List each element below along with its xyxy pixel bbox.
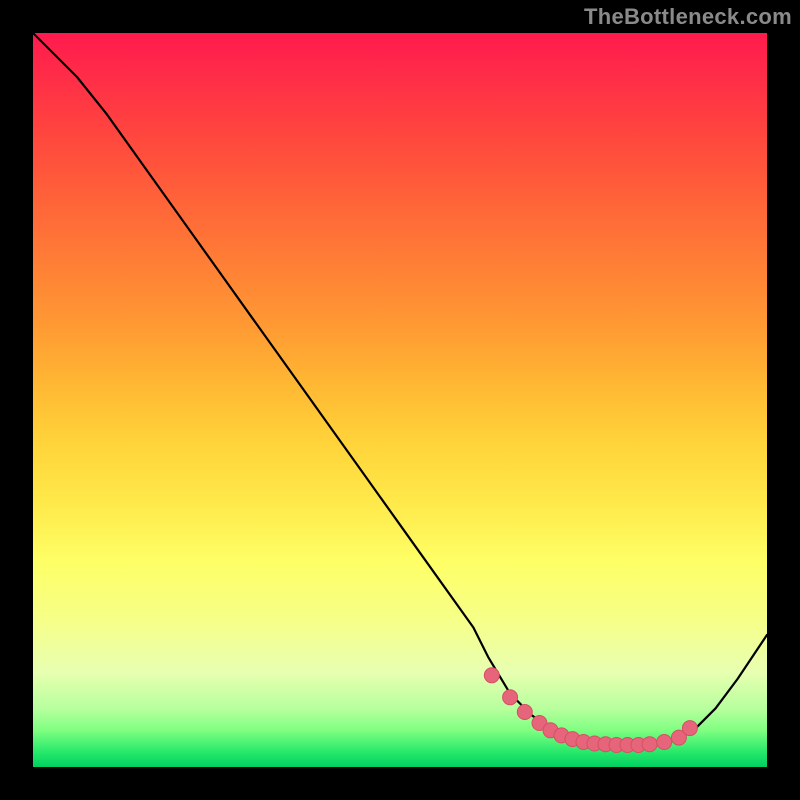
- trough-marker: [503, 690, 518, 705]
- trough-marker: [484, 668, 499, 683]
- watermark-text: TheBottleneck.com: [584, 4, 792, 30]
- curve-path: [33, 33, 767, 745]
- trough-marker: [682, 721, 697, 736]
- trough-marker: [517, 705, 532, 720]
- chart-svg: [33, 33, 767, 767]
- chart-frame: TheBottleneck.com: [0, 0, 800, 800]
- trough-marker: [657, 735, 672, 750]
- gradient-plot-area: [33, 33, 767, 767]
- curve-line-group: [33, 33, 767, 745]
- trough-marker: [642, 737, 657, 752]
- marker-group: [484, 668, 697, 753]
